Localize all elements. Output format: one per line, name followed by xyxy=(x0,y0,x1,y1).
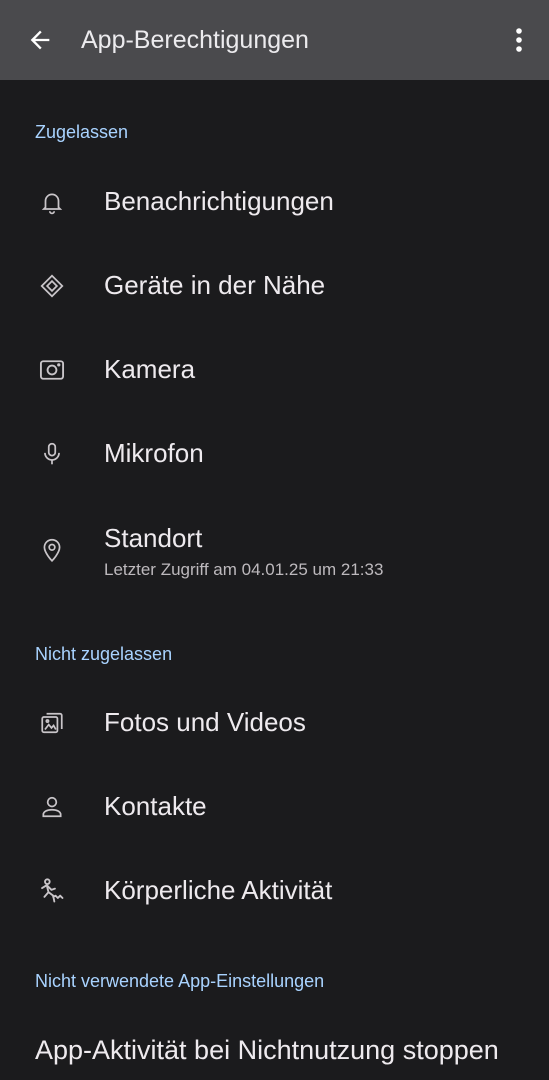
pause-app-activity-setting[interactable]: App-Aktivität bei Nichtnutzung stoppen xyxy=(35,1032,515,1068)
permission-label: Standort xyxy=(104,523,203,553)
permission-item-camera[interactable]: Kamera xyxy=(0,328,549,412)
nearby-devices-icon xyxy=(36,270,68,302)
permission-item-notifications[interactable]: Benachrichtigungen xyxy=(0,160,549,244)
permission-item-photos-videos[interactable]: Fotos und Videos xyxy=(0,681,549,765)
permission-subtitle: Letzter Zugriff am 04.01.25 um 21:33 xyxy=(104,560,384,579)
arrow-back-icon xyxy=(26,26,54,54)
permission-label: Geräte in der Nähe xyxy=(104,270,326,300)
permission-label: Kamera xyxy=(104,354,196,384)
section-header-unused-app-settings: Nicht verwendete App-Einstellungen xyxy=(35,971,325,991)
permission-label: Benachrichtigungen xyxy=(104,186,334,216)
permission-label: Körperliche Aktivität xyxy=(104,875,333,905)
permission-label: Kontakte xyxy=(104,791,207,821)
permission-item-contacts[interactable]: Kontakte xyxy=(0,765,549,849)
location-pin-icon xyxy=(36,534,68,566)
permission-item-physical-activity[interactable]: Körperliche Aktivität xyxy=(0,849,549,933)
back-button[interactable] xyxy=(20,22,60,58)
bell-icon xyxy=(36,186,68,218)
more-vert-icon xyxy=(515,27,523,53)
more-options-button[interactable] xyxy=(505,22,533,58)
section-header-allowed: Zugelassen xyxy=(35,122,129,142)
section-header-denied: Nicht zugelassen xyxy=(35,644,173,664)
microphone-icon xyxy=(36,438,68,470)
permission-label: Fotos und Videos xyxy=(104,707,306,737)
camera-icon xyxy=(36,354,68,386)
page-title: App-Berechtigungen xyxy=(81,26,309,54)
permission-label: Mikrofon xyxy=(104,438,204,468)
photos-icon xyxy=(36,707,68,739)
top-app-bar: App-Berechtigungen xyxy=(0,0,549,80)
permission-item-location[interactable]: Standort Letzter Zugriff am 04.01.25 um … xyxy=(0,496,549,600)
physical-activity-icon xyxy=(36,875,68,907)
person-icon xyxy=(36,791,68,823)
permission-item-nearby-devices[interactable]: Geräte in der Nähe xyxy=(0,244,549,328)
permission-item-microphone[interactable]: Mikrofon xyxy=(0,412,549,496)
